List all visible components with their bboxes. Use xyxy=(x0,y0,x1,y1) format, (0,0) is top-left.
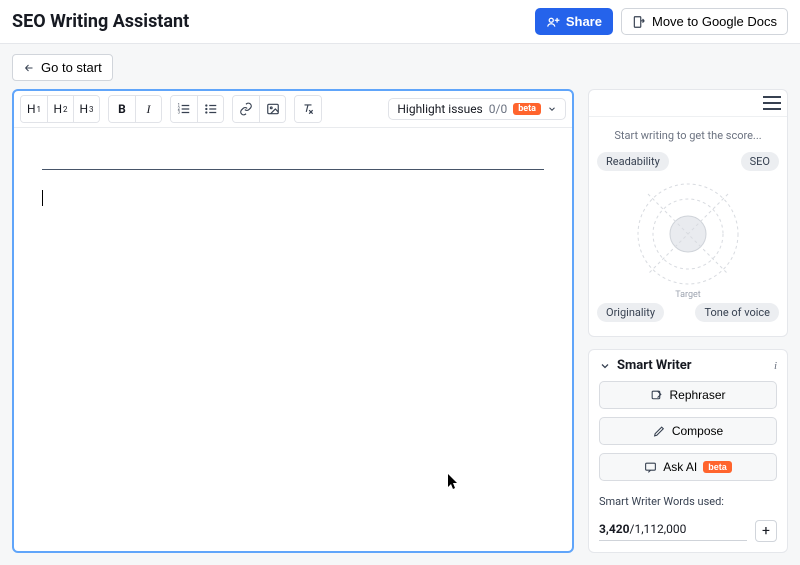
add-words-button[interactable]: + xyxy=(755,520,777,542)
title-line xyxy=(42,154,544,170)
link-button[interactable] xyxy=(233,96,259,122)
chat-icon xyxy=(644,461,657,474)
h1-button[interactable]: H1 xyxy=(21,96,47,122)
bold-button[interactable]: B xyxy=(109,96,135,122)
highlight-label: Highlight issues xyxy=(397,102,482,116)
unordered-list-icon xyxy=(204,102,218,116)
ask-ai-label: Ask AI xyxy=(663,460,697,474)
rephraser-icon xyxy=(650,389,663,402)
clear-format-icon xyxy=(301,102,315,116)
text-cursor xyxy=(42,190,43,206)
beta-badge: beta xyxy=(513,103,541,115)
info-icon[interactable]: i xyxy=(774,360,777,372)
highlight-count: 0/0 xyxy=(489,102,507,116)
usage-value: 3,420/1,112,000 xyxy=(599,522,747,541)
rephraser-button[interactable]: Rephraser xyxy=(599,381,777,409)
italic-button[interactable]: I xyxy=(135,96,161,122)
ordered-list-button[interactable]: 123 xyxy=(171,96,197,122)
menu-button[interactable] xyxy=(763,96,781,110)
compose-label: Compose xyxy=(672,424,723,438)
smart-writer-title: Smart Writer xyxy=(617,358,768,373)
readability-chip[interactable]: Readability xyxy=(597,152,669,171)
editor-panel: H1 H2 H3 B I 123 xyxy=(12,89,574,553)
ask-ai-button[interactable]: Ask AI beta xyxy=(599,453,777,481)
share-button[interactable]: Share xyxy=(535,8,613,35)
image-button[interactable] xyxy=(259,96,285,122)
score-hint: Start writing to get the score... xyxy=(597,129,779,142)
svg-text:3: 3 xyxy=(178,110,181,115)
seo-chip[interactable]: SEO xyxy=(741,152,779,171)
export-icon xyxy=(632,15,646,29)
radar-chart xyxy=(633,179,743,289)
originality-chip[interactable]: Originality xyxy=(597,303,664,322)
beta-badge: beta xyxy=(703,461,732,473)
compose-icon xyxy=(653,425,666,438)
go-to-start-button[interactable]: Go to start xyxy=(12,54,113,81)
chevron-down-icon[interactable] xyxy=(599,360,611,372)
go-to-start-label: Go to start xyxy=(41,60,102,75)
image-icon xyxy=(266,102,280,116)
editor-input[interactable] xyxy=(14,128,572,551)
move-label: Move to Google Docs xyxy=(652,14,777,29)
clear-format-button[interactable] xyxy=(295,96,321,122)
usage-label: Smart Writer Words used: xyxy=(599,495,777,508)
target-label: Target xyxy=(675,290,701,300)
page-title: SEO Writing Assistant xyxy=(12,11,189,32)
compose-button[interactable]: Compose xyxy=(599,417,777,445)
h2-button[interactable]: H2 xyxy=(47,96,73,122)
unordered-list-button[interactable] xyxy=(197,96,223,122)
h3-button[interactable]: H3 xyxy=(73,96,99,122)
tone-chip[interactable]: Tone of voice xyxy=(695,303,779,322)
share-icon xyxy=(546,15,560,29)
ordered-list-icon: 123 xyxy=(177,102,191,116)
rephraser-label: Rephraser xyxy=(669,388,725,402)
share-label: Share xyxy=(566,14,602,29)
arrow-left-icon xyxy=(23,62,35,74)
link-icon xyxy=(239,102,253,116)
chevron-down-icon xyxy=(547,104,557,114)
highlight-issues-dropdown[interactable]: Highlight issues 0/0 beta xyxy=(388,98,566,120)
move-to-docs-button[interactable]: Move to Google Docs xyxy=(621,8,788,35)
mouse-cursor-icon xyxy=(448,474,460,490)
